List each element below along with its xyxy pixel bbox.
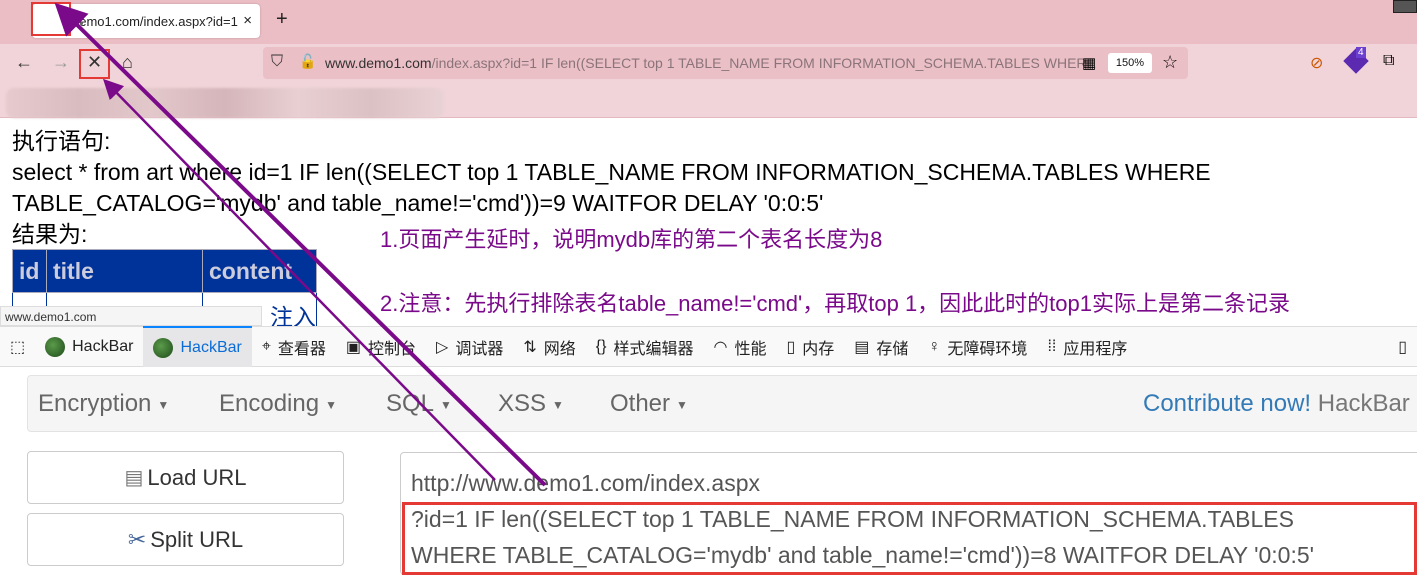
status-url: www.demo1.com [0,306,262,326]
network-icon: ⇅ [523,338,537,356]
tab-hackbar[interactable]: HackBar [35,326,143,367]
tab-bar: demo1.com/index.aspx?id=1 × + [0,0,1417,44]
annotation-note-2: 2.注意：先执行排除表名table_name!='cmd'，再取top 1，因此… [380,291,1290,316]
insecure-lock-icon: 🔓 [299,53,317,69]
bookmark-star-icon[interactable]: ☆ [1162,52,1178,73]
tab-inspector[interactable]: ⌖ 查看器 [252,326,336,367]
forward-icon[interactable]: → [52,52,70,73]
responsive-mode-icon[interactable]: ▯ [1388,326,1417,367]
element-picker-icon[interactable]: ⬚ [0,326,35,367]
tab-network[interactable]: ⇅ 网络 [513,326,585,367]
hackbar-icon [153,337,174,358]
extension-badge: 4 [1356,47,1366,58]
tab-memory[interactable]: ▯ 内存 [776,326,844,367]
gauge-icon: ◠ [713,338,728,356]
contribute-link[interactable]: Contribute now! HackBar [1143,390,1410,418]
exec-label: 执行语句: [12,128,111,154]
nav-bar: ← → ✕ ⌂ ⛉ 🔓 www.demo1.com/index.aspx?id=… [0,44,1417,84]
debugger-icon: ▷ [436,338,449,356]
tab-accessibility[interactable]: ♀ 无障碍环境 [918,326,1037,367]
tab-debugger[interactable]: ▷ 调试器 [426,326,513,367]
tab-storage[interactable]: ▤ 存储 [844,326,918,367]
tab-application[interactable]: ⁞⁞ 应用程序 [1037,326,1137,367]
menu-xss[interactable]: XSS ▼ [498,390,564,418]
extensions-puzzle-icon[interactable]: ⧉ [1383,52,1394,70]
inspector-icon: ⌖ [261,337,271,355]
accessibility-icon: ♀ [928,337,941,355]
url-domain: www.demo1.com [325,55,432,71]
annotation-note-1: 1.页面产生延时，说明mydb库的第二个表名长度为8 [380,227,883,252]
hackbar-panel: Encryption ▼ Encoding ▼ SQL ▼ XSS ▼ Other ▼ C… [0,367,1417,580]
tab-hackbar-active[interactable]: HackBar [143,326,252,367]
col-header: title [46,249,203,293]
load-icon: ▤ [124,467,144,489]
braces-icon: {} [595,337,607,355]
tab-title: demo1.com/index.aspx?id=1 [72,13,238,29]
shield-icon: ⛉ [271,53,284,70]
tab-style-editor[interactable]: {} 样式编辑器 [586,326,704,367]
bookmarks-bar [0,84,1417,118]
zoom-level[interactable]: 150% [1108,53,1152,73]
tab-performance[interactable]: ◠ 性能 [703,326,776,367]
loading-icon [80,22,83,25]
menu-encoding[interactable]: Encoding ▼ [219,390,337,418]
hackbar-icon [45,336,66,357]
col-header: id [12,249,47,293]
address-bar[interactable]: ⛉ 🔓 www.demo1.com/index.aspx?id=1 IF len… [263,47,1188,79]
col-header: content [202,249,317,293]
grid-icon: ⁞⁞ [1047,337,1057,355]
highlight-box [31,2,71,36]
load-url-button[interactable]: ▤ Load URL [27,451,344,504]
console-icon: ▣ [345,338,361,356]
split-url-button[interactable]: ✂ Split URL [27,513,344,566]
blocked-extension-icon[interactable]: ⊘ [1310,53,1323,73]
url-textarea[interactable]: http://www.demo1.com/index.aspx ?id=1 IF… [400,452,1417,575]
highlight-box [402,502,1417,575]
close-tab-button[interactable]: × [243,12,252,29]
highlight-box [79,49,110,79]
minimize-button[interactable] [1393,0,1417,13]
sql-line: select * from art where id=1 IF len((SEL… [12,159,1211,185]
menu-sql[interactable]: SQL ▼ [386,390,452,418]
new-tab-button[interactable]: + [276,8,288,31]
sql-line: TABLE_CATALOG='mydb' and table_name!='cm… [12,190,824,216]
blurred-bookmarks [6,88,444,118]
devtools-toolbar: ⬚ HackBar HackBar ⌖ 查看器 ▣ 控制台 ▷ 调试器 ⇅ 网络 {} 样… [0,326,1417,367]
menu-encryption[interactable]: Encryption ▼ [38,390,169,418]
qr-code-icon[interactable]: ▦ [1082,54,1096,72]
memory-chip-icon: ▯ [786,338,796,356]
back-icon[interactable]: ← [15,52,33,73]
hackbar-menu: Encryption ▼ Encoding ▼ SQL ▼ XSS ▼ Other ▼ C… [27,375,1417,432]
storage-icon: ▤ [854,338,870,356]
menu-other[interactable]: Other ▼ [610,390,688,418]
tab-console[interactable]: ▣ 控制台 [336,326,426,367]
url-path: /index.aspx?id=1 IF len((SELECT top 1 TA… [431,55,1096,71]
home-icon[interactable]: ⌂ [122,52,133,73]
scissors-icon: ✂ [127,526,147,552]
